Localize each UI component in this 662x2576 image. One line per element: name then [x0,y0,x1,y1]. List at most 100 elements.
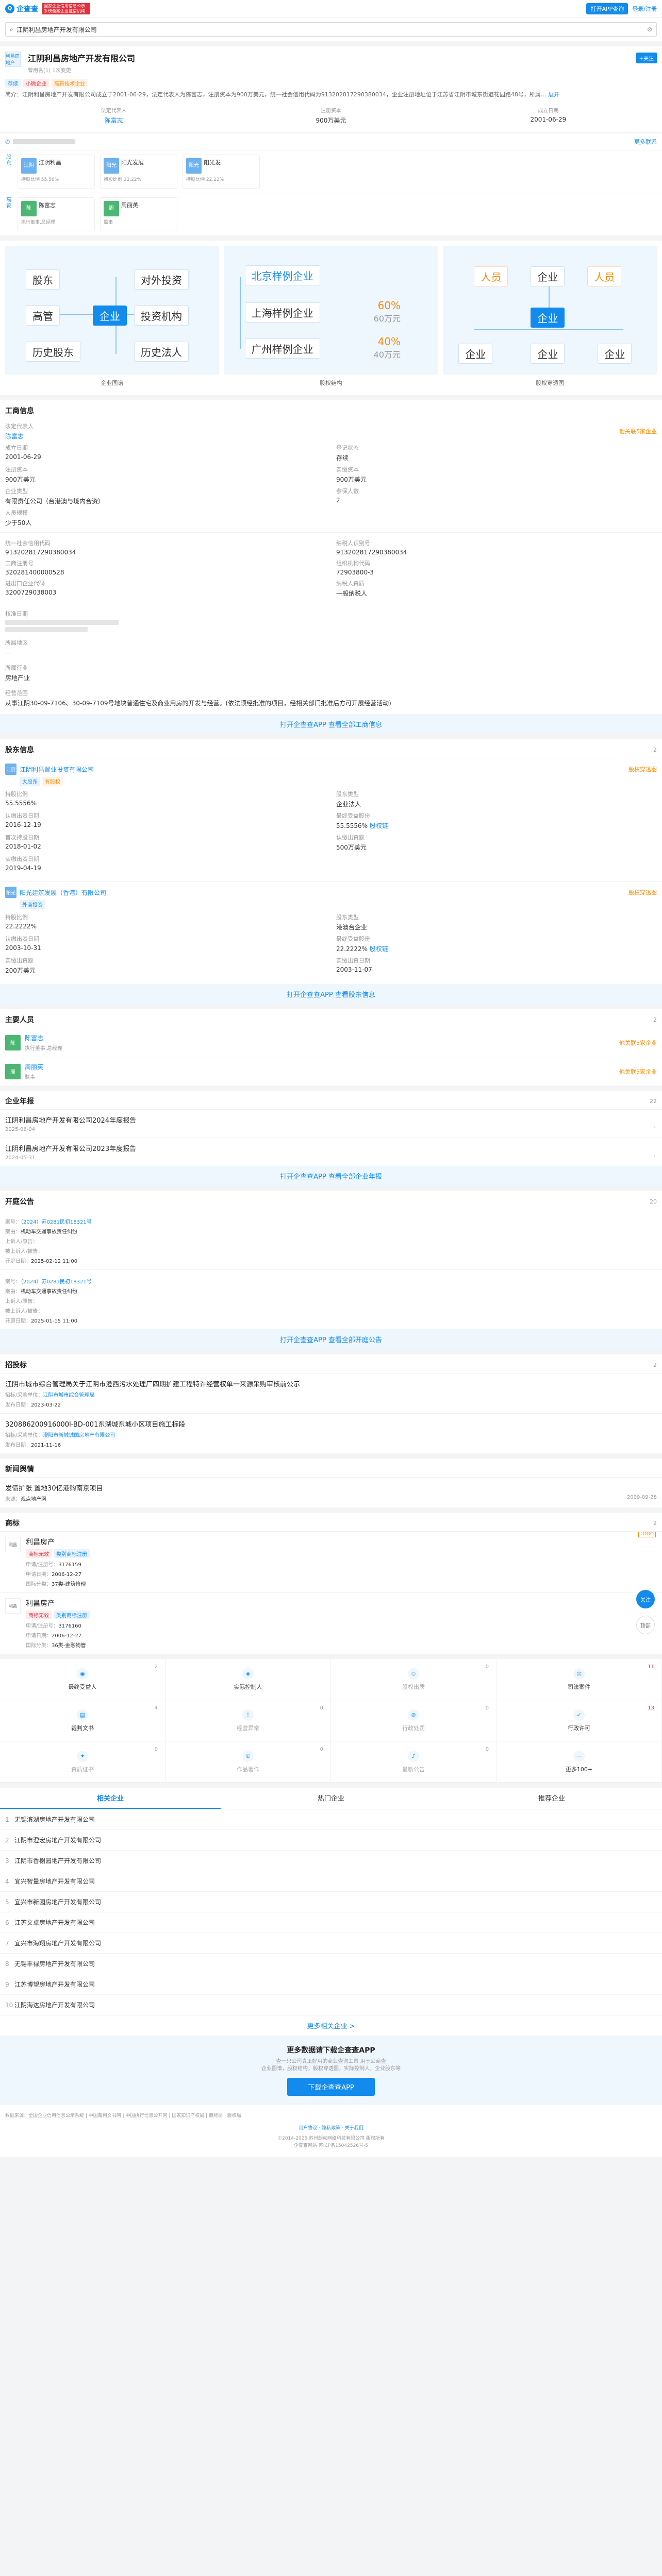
warning-icon: ! [242,1709,254,1721]
related-company-row[interactable]: 10 江阴海达房地产开发有限公司 [0,1995,662,2015]
equity-chain-link[interactable]: 股权链 [370,945,388,953]
login-link[interactable]: 登录/注册 [632,5,657,13]
executive-vlabel: 高管 [6,197,11,209]
blurred-value [5,620,119,625]
grid-item-beneficiary[interactable]: ◉ 最终受益人 2 [0,1659,166,1700]
graph-title: 企业图谱 [101,380,124,386]
grid-item-more[interactable]: ⋯ 更多100+ [496,1741,662,1783]
related-company-row[interactable]: 6 江苏文卓房地产开发有限公司 [0,1912,662,1933]
footer-links[interactable]: 用户协议 · 隐私政策 · 关于我们 [5,2125,657,2132]
trademark-item[interactable]: 利昌 利昌房产 商标无效 类别商标注册 申请/注册号：3176160 申请日期：2… [0,1592,662,1654]
document-icon: ▤ [77,1709,88,1721]
app-logo[interactable]: Q 企查查 [5,4,38,14]
equity-penetration-card[interactable]: 人员 企业 人员 企业 企业 企业 企业 股权穿透图 [443,246,657,390]
download-app-button[interactable]: 下载企查查APP [287,2078,375,2096]
shareholder-card[interactable]: 江阴 江阴利昌 持股比例 55.56% [18,155,95,189]
executive-card[interactable]: 周周丽英 监事 [100,197,177,231]
court-item[interactable]: 案号：（2024）苏0281民初18321号 案由：机动车交通事故责任纠纷 上诉… [0,1210,662,1269]
shareholders-section: 股东信息 2 江阴 江阴利昌置业投资有限公司 股权穿透图 大股东 有股权 持股比例… [0,739,662,1004]
legal-related-link[interactable]: 他关联5家企业 [336,422,657,440]
person-row[interactable]: 陈 陈富志 执行董事,总经理 他关联5家企业 [0,1028,662,1057]
search-value: 江阴利昌房地产开发有限公司 [16,26,97,33]
shareholder-item: 江阴 江阴利昌置业投资有限公司 股权穿透图 大股东 有股权 持股比例 55.555… [0,758,662,881]
company-header: 利昌房地产 江阴利昌房地产开发有限公司 曾用名(1) 1次变更 +关注 存续 小… [0,46,662,132]
open-app-banner[interactable]: 打开企查查APP 查看全部工商信息 [0,714,662,734]
person-row[interactable]: 周 周丽英 监事 他关联5家企业 [0,1057,662,1086]
related-company-row[interactable]: 7 宜兴市海翔房地产开发有限公司 [0,1933,662,1954]
related-company-row[interactable]: 2 江阴市澄宏房地产开发有限公司 [0,1830,662,1851]
report-item[interactable]: 江阴利昌房地产开发有限公司2024年度报告 2025-06-04 › [0,1109,662,1138]
feature-grid: ◉ 最终受益人 2 ◈ 实际控制人 ◇ 股权出质 0 ⚖ 司法案件 11 ▤ 裁判文书 4 ! 经营… [0,1659,662,1783]
grid-item-cases[interactable]: ⚖ 司法案件 11 [496,1659,662,1700]
contact-blurred [13,139,75,144]
court-item[interactable]: 案号：（2024）苏0281民初18321号 案由：机动车交通事故责任纠纷 上诉… [0,1269,662,1329]
executive-card[interactable]: 陈陈富志 执行董事,总经理 [18,197,95,231]
section-title: 新闻舆情 [5,1465,34,1473]
related-company-row[interactable]: 9 江苏博望房地产开发有限公司 [0,1974,662,1995]
open-app-button[interactable]: 打开APP查询 [586,3,628,14]
more-related-link[interactable]: 更多相关企业 > [0,2015,662,2036]
related-tabs: 相关企业 热门企业 推荐企业 [0,1788,662,1809]
grid-item-judgments[interactable]: ▤ 裁判文书 4 [0,1700,166,1741]
equity-path-link[interactable]: 股权穿透图 [628,765,657,773]
grid-item-pledge[interactable]: ◇ 股权出质 0 [331,1659,496,1700]
grid-item-announcements[interactable]: ♪ 最新公告 0 [331,1741,496,1783]
grid-item-abnormal[interactable]: ! 经营异常 0 [166,1700,331,1741]
trademark-image: 利昌 [5,1598,21,1614]
shareholder-card[interactable]: 阳光 阳光发展 持股比例 22.22% [100,155,177,189]
grid-item-controller[interactable]: ◈ 实际控制人 [166,1659,331,1700]
shareholder-card[interactable]: 阳光 阳光发 持股比例 22.22% [183,155,260,189]
footer: 数据来源：全国企业信用信息公示系统 | 中国裁判文书网 | 中国执行信息公开网 … [0,2105,662,2157]
bid-item[interactable]: 320886200916000l-BD-001东湖城东城小区项目施工标段 招标/… [0,1413,662,1453]
section-title: 股东信息 [5,746,34,754]
equity-structure-card[interactable]: 北京样例企业 上海样例企业 广州样例企业 60% 60万元 40% 40万元 股权结… [224,246,438,390]
grid-item-works[interactable]: © 作品著作 0 [166,1741,331,1783]
phone-icon: ✆ [5,138,10,145]
annual-reports-section: 企业年报 22 江阴利昌房地产开发有限公司2024年度报告 2025-06-04 › … [0,1091,662,1186]
shareholder-name[interactable]: 江阴利昌置业投资有限公司 [20,765,94,774]
grid-item-penalty[interactable]: ⊘ 行政处罚 0 [331,1700,496,1741]
trademark-item[interactable]: 利昌 利昌房产 商标无效 类别商标注册 申请/注册号：3176159 申请日期：2… [0,1531,662,1592]
grid-item-license[interactable]: ✓ 行政许可 13 [496,1700,662,1741]
blurred-value [5,627,88,632]
related-company-row[interactable]: 4 宜兴智量房地产开发有限公司 [0,1871,662,1892]
related-company-row[interactable]: 1 无锡滨湖房地产开发有限公司 [0,1809,662,1830]
shareholder-name[interactable]: 阳光建筑发展（香港）有限公司 [20,888,106,897]
penalty-icon: ⊘ [408,1709,419,1721]
intro-more-link[interactable]: 展开 [548,91,559,98]
open-app-banner[interactable]: 打开企查查APP 查看全部开庭公告 [0,1329,662,1349]
graph-title: 股权结构 [320,380,342,386]
report-item[interactable]: 江阴利昌房地产开发有限公司2023年度报告 2024-05-31 › [0,1138,662,1166]
graph-previews: 股东 对外投资 高管 企业 投资机构 历史股东 历史法人 企业图谱 北京样例企业… [0,241,662,395]
open-app-banner[interactable]: 打开企查查APP 查看全部企业年报 [0,1166,662,1186]
related-company-row[interactable]: 8 无锡丰禄房地产开发有限公司 [0,1954,662,1974]
bid-item[interactable]: 江阴市城市综合管理局关于江阴市澄西污水处理厂四期扩建工程特许经营权单一来源采购审… [0,1373,662,1413]
open-app-banner[interactable]: 打开企查查APP 查看股东信息 [0,984,662,1004]
more-contact-link[interactable]: 更多联系 [634,138,657,146]
related-company-row[interactable]: 3 江阴市香榭园地产开发有限公司 [0,1851,662,1871]
clear-icon[interactable]: ⊗ [647,26,652,33]
back-to-top-button[interactable]: 顶部 [636,1616,655,1634]
tab-recommended[interactable]: 推荐企业 [441,1788,662,1809]
follow-button[interactable]: +关注 [636,53,657,63]
chevron-right-icon: › [653,1124,656,1131]
tab-hot[interactable]: 热门企业 [221,1788,441,1809]
follow-float-button[interactable]: 关注 [636,1590,655,1608]
legal-rep-link[interactable]: 陈富志 [5,432,326,440]
contact-row[interactable]: ✆ 更多联系 [0,133,662,150]
grid-item-certificates[interactable]: ✦ 资质证书 0 [0,1741,166,1783]
news-item[interactable]: 发债扩张 置地30亿港购南京项目 来源： 观点地产网 2009-09-28 [0,1477,662,1507]
legal-rep-link[interactable]: 陈富志 [5,116,222,125]
tab-related[interactable]: 相关企业 [0,1788,221,1809]
court-section: 开庭公告 20 案号：（2024）苏0281民初18321号 案由：机动车交通事故… [0,1191,662,1349]
related-company-row[interactable]: 5 宜兴市新园房地产开发有限公司 [0,1892,662,1912]
graph-title: 股权穿透图 [536,380,565,386]
search-input[interactable]: ⌕ 江阴利昌房地产开发有限公司 ⊗ [5,22,657,37]
section-title: 招投标 [5,1361,27,1369]
enterprise-graph-card[interactable]: 股东 对外投资 高管 企业 投资机构 历史股东 历史法人 企业图谱 [5,246,219,390]
shareholder-vlabel: 股东 [6,155,11,166]
company-sub[interactable]: 曾用名(1) 1次变更 [28,66,657,74]
equity-chain-link[interactable]: 股权链 [370,822,388,829]
related-list: 1 无锡滨湖房地产开发有限公司 2 江阴市澄宏房地产开发有限公司 3 江阴市香榭园地产… [0,1809,662,2036]
equity-path-link[interactable]: 股权穿透图 [628,888,657,896]
